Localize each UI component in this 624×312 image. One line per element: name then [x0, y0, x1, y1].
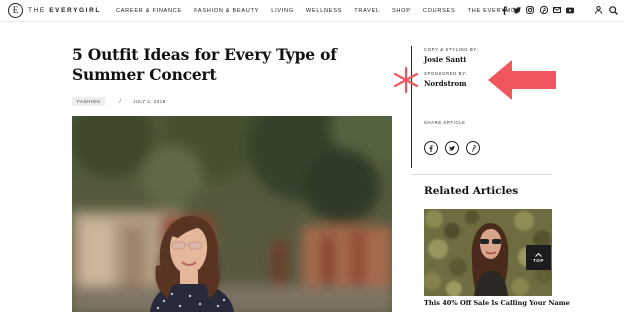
pinterest-icon — [471, 144, 476, 152]
user-icon[interactable] — [593, 5, 603, 15]
copy-styling-author[interactable]: Josie Santi — [424, 55, 466, 64]
nav-item-courses[interactable]: COURSES — [423, 8, 456, 14]
nav-item-shop[interactable]: SHOP — [392, 8, 411, 14]
hero-image — [72, 116, 392, 312]
facebook-icon — [429, 144, 433, 152]
meta-separator: / — [119, 98, 121, 105]
share-pinterest-button[interactable] — [466, 141, 480, 155]
article-meta: FASHION / JULY 2, 2018 — [72, 97, 166, 106]
share-facebook-button[interactable] — [424, 141, 438, 155]
chevron-up-icon — [535, 252, 542, 257]
logo-text: THE EVERYGIRL — [28, 7, 101, 14]
nav-item-living[interactable]: LIVING — [271, 8, 294, 14]
sidebar-rule — [411, 174, 552, 175]
nav-item-fashion-beauty[interactable]: FASHION & BEAUTY — [194, 8, 259, 14]
social-links — [500, 5, 579, 15]
pinterest-icon[interactable] — [539, 5, 548, 15]
facebook-icon[interactable] — [500, 5, 508, 15]
copy-styling-label: COPY & STYLING BY: — [424, 47, 479, 52]
share-buttons — [424, 141, 487, 155]
site-header: E THE EVERYGIRL CAREER & FINANCE FASHION… — [0, 0, 624, 22]
logo-mark: E — [8, 3, 23, 18]
share-article-label: SHARE ARTICLE — [424, 120, 466, 125]
category-tag[interactable]: FASHION — [72, 97, 106, 106]
twitter-icon — [449, 145, 455, 151]
share-twitter-button[interactable] — [445, 141, 459, 155]
header-actions — [588, 5, 618, 15]
logo-text-light: THE — [28, 7, 50, 14]
related-article-title[interactable]: This 40% Off Sale Is Calling Your Name — [424, 299, 574, 307]
article-title: 5 Outfit Ideas for Every Type of Summer … — [72, 45, 337, 84]
nav-item-wellness[interactable]: WELLNESS — [306, 8, 342, 14]
instagram-icon[interactable] — [526, 5, 535, 15]
back-to-top-button[interactable]: TOP — [526, 245, 551, 270]
twitter-icon[interactable] — [513, 5, 522, 15]
youtube-icon[interactable] — [565, 5, 574, 15]
top-label: TOP — [533, 257, 544, 263]
annotation-arrow — [486, 58, 558, 107]
sponsor-name[interactable]: Nordstrom — [424, 79, 467, 88]
nav-item-travel[interactable]: TRAVEL — [354, 8, 380, 14]
logo-text-bold: EVERYGIRL — [49, 7, 101, 14]
related-articles-heading: Related Articles — [424, 185, 519, 197]
site-logo[interactable]: E THE EVERYGIRL — [8, 3, 101, 18]
main-nav: CAREER & FINANCE FASHION & BEAUTY LIVING… — [116, 0, 521, 22]
sidebar-divider — [411, 46, 412, 168]
email-icon[interactable] — [552, 5, 561, 15]
article-date: JULY 2, 2018 — [132, 99, 166, 104]
sponsored-by-label: SPONSORED BY: — [424, 71, 468, 76]
search-icon[interactable] — [608, 5, 618, 15]
annotation-asterisk — [392, 66, 420, 99]
nav-item-career-finance[interactable]: CAREER & FINANCE — [116, 8, 182, 14]
